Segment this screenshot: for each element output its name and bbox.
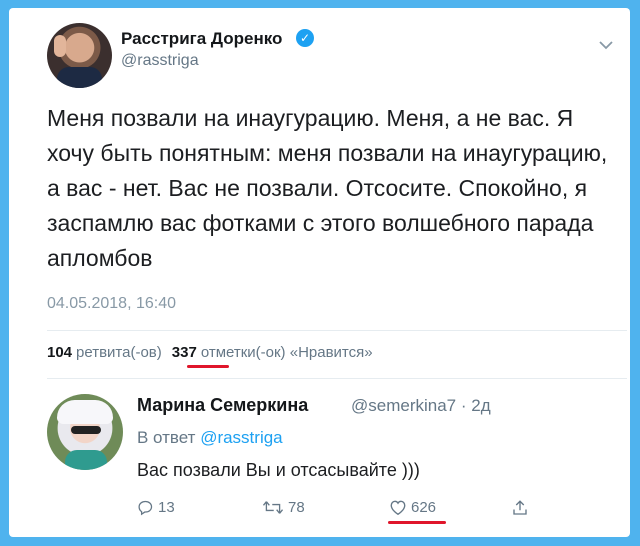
author-name[interactable]: Расстрига Доренко bbox=[121, 29, 282, 49]
retweet-button[interactable]: 78 bbox=[262, 499, 305, 516]
share-icon bbox=[513, 500, 527, 515]
share-button[interactable] bbox=[511, 499, 533, 517]
retweet-icon bbox=[262, 501, 284, 514]
divider bbox=[47, 330, 627, 331]
reply-count: 13 bbox=[158, 499, 175, 516]
in-reply-prefix: В ответ bbox=[137, 428, 196, 447]
like-button[interactable]: 626 bbox=[389, 499, 436, 516]
reply-author-avatar[interactable] bbox=[47, 394, 123, 470]
reply-age: · 2д bbox=[460, 396, 491, 415]
tweet-text: Меня позвали на инаугурацию. Меня, а не … bbox=[47, 105, 608, 271]
in-reply-to: В ответ @rasstriga bbox=[137, 428, 283, 448]
red-underline bbox=[187, 365, 229, 368]
retweet-count: 104 bbox=[47, 344, 73, 361]
reply-author-handle-and-age: @semerkina7 · 2д bbox=[351, 396, 491, 416]
reply-author-name[interactable]: Марина Семеркина bbox=[137, 395, 308, 416]
chevron-down-icon[interactable] bbox=[599, 38, 613, 53]
verified-badge-icon: ✓ bbox=[296, 29, 314, 47]
author-avatar[interactable] bbox=[47, 23, 112, 88]
red-underline bbox=[388, 521, 446, 524]
tweet-datetime[interactable]: 04.05.2018, 16:40 bbox=[47, 295, 176, 313]
heart-icon bbox=[390, 500, 406, 516]
like-label: отметки(-ок) «Нравится» bbox=[200, 344, 373, 361]
reply-button[interactable]: 13 bbox=[137, 499, 175, 516]
retweet-count: 78 bbox=[288, 499, 305, 516]
in-reply-handle-link[interactable]: @rasstriga bbox=[200, 428, 282, 447]
like-count: 626 bbox=[411, 499, 437, 516]
divider bbox=[47, 378, 627, 379]
author-handle[interactable]: @rasstriga bbox=[121, 52, 199, 70]
reply-author-handle[interactable]: @semerkina7 bbox=[351, 396, 456, 415]
reply-text: Вас позвали Вы и отсасывайте ))) bbox=[137, 460, 420, 480]
like-count: 337 bbox=[171, 344, 197, 361]
engagement-stats: 104 ретвита(-ов) 337 отметки(-ок) «Нравится… bbox=[47, 344, 383, 361]
retweet-stat[interactable]: 104 ретвита(-ов) bbox=[47, 344, 162, 361]
reply-icon bbox=[138, 500, 153, 516]
retweet-label: ретвита(-ов) bbox=[76, 344, 162, 361]
tweet-card: Расстрига Доренко ✓ @rasstriga Меня позв… bbox=[9, 8, 630, 537]
like-stat[interactable]: 337 отметки(-ок) «Нравится» bbox=[172, 344, 373, 361]
